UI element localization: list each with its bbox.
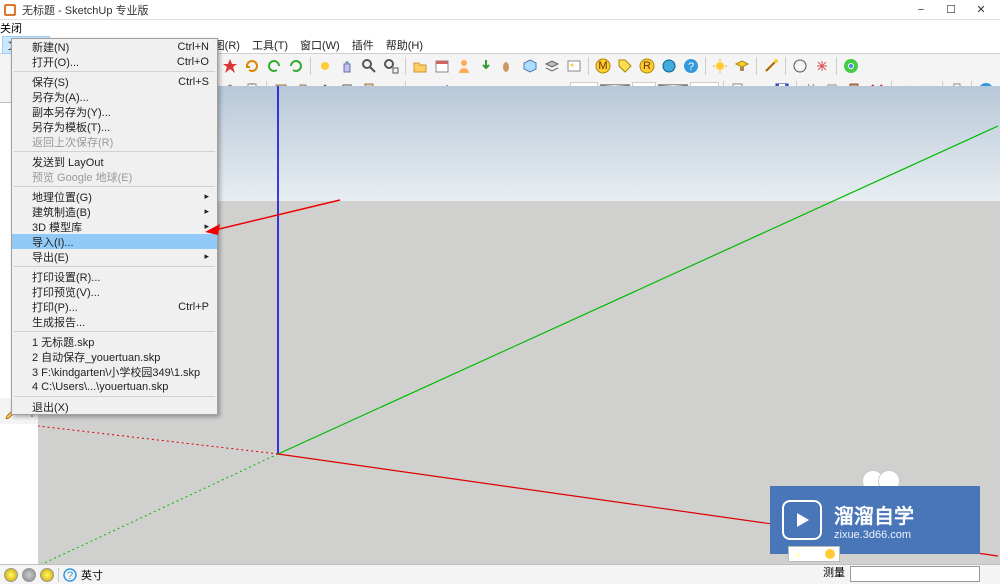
close-tab-label[interactable]: 关闭 <box>0 20 1000 36</box>
redo-icon[interactable] <box>286 56 306 76</box>
help-icon[interactable]: ? <box>681 56 701 76</box>
svg-text:?: ? <box>67 570 73 582</box>
menu-window[interactable]: 窗口(W) <box>294 36 346 54</box>
menu-recent-2[interactable]: 2 自动保存_youertuan.skp <box>12 349 217 364</box>
people-icon[interactable] <box>454 56 474 76</box>
m-circle-icon[interactable]: M <box>593 56 613 76</box>
explode-icon[interactable] <box>812 56 832 76</box>
menu-geolocation[interactable]: 地理位置(G)▸ <box>12 189 217 204</box>
layers-icon[interactable] <box>542 56 562 76</box>
menu-plugin[interactable]: 插件 <box>346 36 380 54</box>
arrow-down-icon[interactable] <box>476 56 496 76</box>
menu-revert: 返回上次保存(R) <box>12 134 217 149</box>
menu-recent-4[interactable]: 4 C:\Users\...\youertuan.skp <box>12 379 217 394</box>
image-icon[interactable] <box>564 56 584 76</box>
menu-report[interactable]: 生成报告... <box>12 314 217 329</box>
cube-icon[interactable] <box>520 56 540 76</box>
tag-icon[interactable] <box>615 56 635 76</box>
graduation-icon[interactable] <box>732 56 752 76</box>
wand-icon[interactable] <box>761 56 781 76</box>
svg-text:M: M <box>598 60 607 72</box>
refresh-icon[interactable] <box>242 56 262 76</box>
maximize-button[interactable]: ☐ <box>936 0 966 20</box>
sun-icon[interactable] <box>315 56 335 76</box>
play-icon <box>782 500 822 540</box>
undo-icon[interactable] <box>264 56 284 76</box>
watermark: 溜溜自学 zixue.3d66.com <box>770 486 980 554</box>
title-bar: 无标题 - SketchUp 专业版 − ☐ ✕ <box>0 0 1000 20</box>
watermark-text-1: 溜溜自学 <box>834 500 914 529</box>
menu-exit[interactable]: 退出(X) <box>12 399 217 414</box>
menu-help[interactable]: 帮助(H) <box>380 36 429 54</box>
menu-saveas[interactable]: 另存为(A)... <box>12 89 217 104</box>
hand-icon[interactable] <box>337 56 357 76</box>
menu-building[interactable]: 建筑制造(B)▸ <box>12 204 217 219</box>
menu-3dwarehouse[interactable]: 3D 模型库▸ <box>12 219 217 234</box>
menu-recent-3[interactable]: 3 F:\kindgarten\小学校园349\1.skp <box>12 364 217 379</box>
folder-icon[interactable] <box>410 56 430 76</box>
menu-savecopy[interactable]: 副本另存为(Y)... <box>12 104 217 119</box>
status-unit: 英寸 <box>81 567 103 583</box>
calendar-icon[interactable] <box>432 56 452 76</box>
window-title: 无标题 - SketchUp 专业版 <box>22 2 906 18</box>
chrome-icon[interactable] <box>841 56 861 76</box>
sun2-icon[interactable] <box>710 56 730 76</box>
measurement-input[interactable] <box>850 566 980 582</box>
globe-icon[interactable] <box>659 56 679 76</box>
menu-printsetup[interactable]: 打印设置(R)... <box>12 269 217 284</box>
file-menu-dropdown: 新建(N)Ctrl+N 打开(O)...Ctrl+O 保存(S)Ctrl+S 另… <box>11 38 218 415</box>
zoom-extents-icon[interactable] <box>381 56 401 76</box>
status-circle-2[interactable] <box>22 568 36 582</box>
shadow-toggle[interactable] <box>788 546 840 562</box>
menu-open[interactable]: 打开(O)...Ctrl+O <box>12 54 217 69</box>
app-icon <box>4 4 16 16</box>
footprint-icon[interactable] <box>498 56 518 76</box>
zoom-icon[interactable] <box>359 56 379 76</box>
status-circle-3[interactable] <box>40 568 54 582</box>
menu-recent-1[interactable]: 1 无标题.skp <box>12 334 217 349</box>
circle-icon[interactable] <box>790 56 810 76</box>
menu-tools[interactable]: 工具(T) <box>246 36 294 54</box>
star-icon[interactable] <box>220 56 240 76</box>
menu-preview-earth: 预览 Google 地球(E) <box>12 169 217 184</box>
help-status-icon[interactable]: ? <box>63 568 77 582</box>
menu-save[interactable]: 保存(S)Ctrl+S <box>12 74 217 89</box>
watermark-text-2: zixue.3d66.com <box>834 529 914 541</box>
menu-print[interactable]: 打印(P)...Ctrl+P <box>12 299 217 314</box>
menu-export[interactable]: 导出(E)▸ <box>12 249 217 264</box>
menu-printpreview[interactable]: 打印预览(V)... <box>12 284 217 299</box>
svg-text:R: R <box>643 60 651 72</box>
svg-text:?: ? <box>688 61 694 73</box>
measure-label: 测量 <box>823 564 845 580</box>
status-circle-1[interactable] <box>4 568 18 582</box>
close-button[interactable]: ✕ <box>966 0 996 20</box>
menu-new[interactable]: 新建(N)Ctrl+N <box>12 39 217 54</box>
r-circle-icon[interactable]: R <box>637 56 657 76</box>
menu-import[interactable]: 导入(I)... <box>12 234 217 249</box>
menu-savetemplate[interactable]: 另存为模板(T)... <box>12 119 217 134</box>
menu-sendto-layout[interactable]: 发送到 LayOut <box>12 154 217 169</box>
minimize-button[interactable]: − <box>906 0 936 20</box>
